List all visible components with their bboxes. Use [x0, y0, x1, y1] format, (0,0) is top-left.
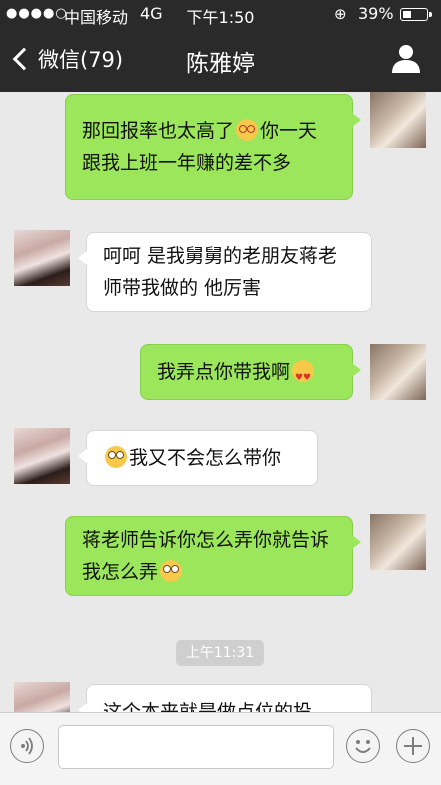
- message-text-part: 我又不会怎么带你: [129, 447, 282, 469]
- dizzy-face-emoji-icon: [236, 119, 259, 141]
- message-text: 这个本来就是做点位的投: [103, 701, 313, 712]
- message-bubble[interactable]: 蒋老师告诉你怎么弄你就告诉我怎么弄: [65, 516, 361, 596]
- heart-eyes-emoji-icon: [292, 360, 315, 394]
- emoji-button[interactable]: [346, 729, 380, 763]
- message-input[interactable]: [58, 725, 334, 769]
- chat-title: 陈雅婷: [186, 51, 255, 77]
- contact-avatar[interactable]: [14, 428, 70, 484]
- rotation-lock-icon: ⊕: [334, 5, 347, 23]
- contact-avatar[interactable]: [14, 230, 70, 286]
- message-bubble[interactable]: 那回报率也太高了 你一天跟我上班一年赚的差不多: [65, 94, 361, 200]
- eye-roll-emoji-icon: [105, 446, 127, 468]
- message-bubble[interactable]: 呵呵 是我舅舅的老朋友蒋老师带我做的 他厉害: [78, 232, 372, 312]
- my-avatar[interactable]: [370, 344, 426, 400]
- status-bar: ●●●●○ 中国移动 4G 下午1:50 ⊕ 39%: [0, 0, 441, 30]
- message-text: 蒋老师告诉你怎么弄你就告诉我怎么弄: [82, 524, 336, 588]
- message-bubble[interactable]: 我弄点你带我啊: [140, 344, 361, 400]
- message-text: 呵呵 是我舅舅的老朋友蒋老师带我做的 他厉害: [103, 245, 338, 299]
- top-bar: ●●●●○ 中国移动 4G 下午1:50 ⊕ 39% 微信(79) 陈雅婷: [0, 0, 441, 92]
- nav-bar: 微信(79) 陈雅婷: [0, 30, 441, 92]
- message-bubble[interactable]: 我又不会怎么带你: [78, 430, 318, 486]
- message-text-part: 我弄点你带我啊: [157, 361, 291, 383]
- eye-roll-emoji-icon: [160, 560, 183, 582]
- voice-icon: [21, 737, 33, 755]
- chat-area[interactable]: 那回报率也太高了 你一天跟我上班一年赚的差不多 呵呵 是我舅舅的老朋友蒋老师带我做…: [0, 92, 441, 712]
- message-text-part: 那回报率也太高了: [82, 120, 235, 142]
- message-text: 那回报率也太高了 你一天跟我上班一年赚的差不多: [82, 115, 336, 179]
- my-avatar[interactable]: [370, 92, 426, 148]
- emoji-icon: [355, 740, 371, 753]
- message-text: 我又不会怎么带你: [103, 442, 281, 474]
- message-text-part: 蒋老师告诉你怎么弄你就告诉我怎么弄: [82, 529, 330, 583]
- my-avatar[interactable]: [370, 514, 426, 570]
- voice-button[interactable]: [10, 729, 44, 763]
- chat-info-button[interactable]: [388, 42, 424, 76]
- message-text: 我弄点你带我啊: [157, 356, 316, 394]
- message-bubble[interactable]: 这个本来就是做点位的投: [78, 684, 372, 712]
- battery-icon: [400, 8, 432, 21]
- battery-fill: [402, 10, 412, 18]
- time-stamp: 上午11:31: [176, 640, 264, 666]
- input-bar: [0, 712, 441, 785]
- plus-icon: [404, 737, 422, 755]
- contact-avatar[interactable]: [14, 682, 70, 712]
- battery-percent: 39%: [358, 4, 394, 23]
- person-icon: [392, 45, 420, 73]
- more-button[interactable]: [396, 729, 430, 763]
